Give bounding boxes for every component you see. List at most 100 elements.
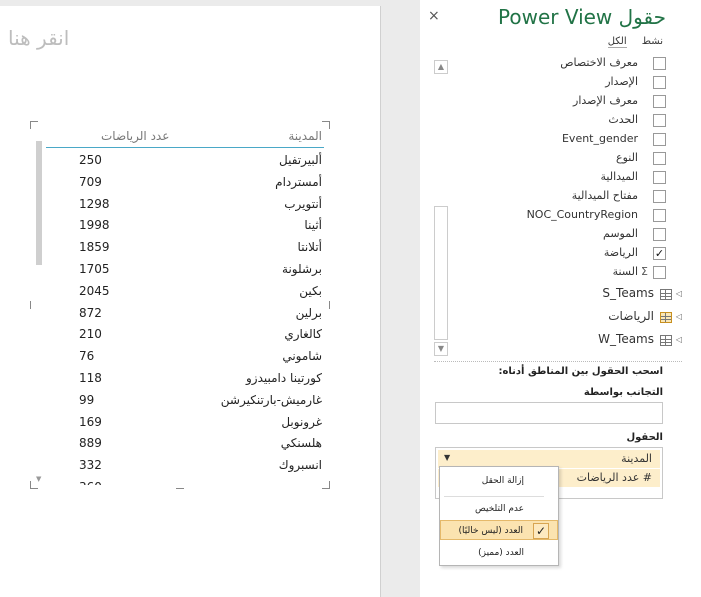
expand-arrow-icon[interactable]: ◁: [676, 312, 682, 321]
checkbox[interactable]: [653, 209, 666, 222]
cell-city: ألبيرتفيل: [279, 153, 322, 167]
table-row[interactable]: بكين 2045: [46, 281, 324, 303]
menu-item-label: إزالة الحقل: [481, 476, 524, 486]
field-item[interactable]: Event_gender: [448, 131, 682, 149]
field-item[interactable]: معرف الإصدار: [448, 93, 682, 111]
menu-item-count-distinct[interactable]: العدد (مميز): [440, 543, 558, 563]
field-label: الموسم: [603, 227, 638, 240]
resize-handle-left[interactable]: [30, 301, 31, 309]
table-row[interactable]: أنتويرب 1298: [46, 194, 324, 216]
column-header-sport-count[interactable]: عدد الرياضات: [101, 129, 169, 143]
field-label: NOC_CountryRegion: [526, 208, 638, 221]
table-row[interactable]: شاموني 76: [46, 346, 324, 368]
menu-item-do-not-summarize[interactable]: عدم التلخيص: [440, 499, 558, 519]
menu-item-label: العدد (مميز): [478, 548, 524, 558]
expand-arrow-icon[interactable]: ◁: [676, 289, 682, 298]
cell-sport-count: 2045: [79, 283, 110, 298]
table-node[interactable]: ◁ S_Teams: [448, 286, 682, 304]
dropdown-arrow-icon[interactable]: ▼: [444, 453, 450, 462]
table-icon: [660, 289, 672, 300]
tab-active[interactable]: نشط: [642, 36, 663, 47]
scroll-down-icon[interactable]: ▼: [434, 342, 448, 356]
table-row[interactable]: هلسنكي 889: [46, 433, 324, 455]
table-row[interactable]: غارميش-بارتنكيرشن 99: [46, 390, 324, 412]
table-row[interactable]: برلين 872: [46, 303, 324, 325]
cell-sport-count: 250: [79, 153, 102, 167]
drag-hint: اسحب الحقول بين المناطق أدناه:: [498, 366, 663, 377]
menu-item-count-not-blank[interactable]: ✓ العدد (ليس خاليًا): [440, 520, 558, 540]
checkbox[interactable]: [653, 228, 666, 241]
field-item[interactable]: السنة Σ: [448, 264, 682, 282]
field-item[interactable]: معرف الاختصاص: [448, 55, 682, 73]
checkbox-checked[interactable]: ✓: [653, 247, 666, 260]
field-item[interactable]: ✓ الرياضة: [448, 245, 682, 263]
checkbox[interactable]: [653, 133, 666, 146]
table-icon: [660, 335, 672, 346]
cell-sport-count: 99: [79, 392, 95, 407]
field-item[interactable]: الموسم: [448, 226, 682, 244]
divider: [434, 361, 682, 362]
field-item[interactable]: الميدالية: [448, 169, 682, 187]
field-label: معرف الإصدار: [573, 94, 638, 107]
field-label: الميدالية: [600, 170, 639, 183]
field-label: السنة: [612, 265, 638, 278]
table-row[interactable]: أمستردام 709: [46, 172, 324, 194]
cell-city: غرونوبل: [281, 414, 322, 429]
tab-all[interactable]: الكل: [607, 36, 627, 48]
field-item[interactable]: النوع: [448, 150, 682, 168]
field-label: الرياضة: [603, 246, 638, 259]
field-item[interactable]: مفتاح الميدالية: [448, 188, 682, 206]
scroll-up-icon[interactable]: ▲: [434, 60, 448, 74]
table-row[interactable]: كالغاري 210: [46, 324, 324, 346]
table-row[interactable]: كورتينا دامبيدزو 118: [46, 368, 324, 390]
field-item[interactable]: NOC_CountryRegion: [448, 207, 682, 225]
checkbox[interactable]: [653, 95, 666, 108]
checkbox[interactable]: [653, 171, 666, 184]
close-icon[interactable]: ×: [428, 8, 440, 24]
resize-handle-top-left[interactable]: [30, 121, 38, 129]
checkbox[interactable]: [653, 114, 666, 127]
cell-sport-count: 169: [79, 414, 102, 429]
field-list-scrollbar[interactable]: ▲ ▼: [434, 60, 448, 356]
field-item[interactable]: الإصدار: [448, 74, 682, 92]
cell-sport-count: 889: [79, 436, 102, 451]
expand-arrow-icon[interactable]: ◁: [676, 335, 682, 344]
checkmark-icon: ✓: [533, 523, 549, 539]
checkbox[interactable]: [653, 190, 666, 203]
table-row[interactable]: برشلونة 1705: [46, 259, 324, 281]
cell-sport-count: 1705: [79, 261, 110, 276]
table-visualization[interactable]: ▼ المدينة عدد الرياضات ألبيرتفيل 250 أمستر…: [30, 121, 330, 489]
table-node[interactable]: ◁ الرياضات: [448, 309, 682, 327]
table-row[interactable]: أتلانتا 1859: [46, 237, 324, 259]
table-scrollbar[interactable]: [36, 141, 42, 265]
resize-handle-right[interactable]: [329, 301, 330, 309]
menu-item-label: العدد (ليس خاليًا): [458, 526, 524, 536]
table-label: S_Teams: [602, 286, 654, 300]
cell-city: انسبروك: [278, 458, 322, 473]
field-label: مفتاح الميدالية: [571, 189, 638, 202]
report-canvas[interactable]: انقر هنا ▼ المدينة عدد الرياضات ألبيرتفي…: [0, 6, 381, 597]
table-row[interactable]: انسبروك 332: [46, 455, 324, 477]
table-row[interactable]: غرونوبل 169: [46, 412, 324, 434]
scroll-thumb[interactable]: [434, 206, 448, 340]
table-row[interactable]: أثينا 1998: [46, 215, 324, 237]
field-item[interactable]: الحدث: [448, 112, 682, 130]
table-row[interactable]: ألبيرتفيل 250: [46, 150, 324, 172]
checkbox[interactable]: [653, 57, 666, 70]
resize-handle-top-right[interactable]: [322, 121, 330, 129]
table-node[interactable]: ◁ W_Teams: [448, 332, 682, 350]
checkbox[interactable]: [653, 266, 666, 279]
checkbox[interactable]: [653, 76, 666, 89]
table-body: ألبيرتفيل 250 أمستردام 709 أنتويرب 1298 أثينا 1…: [46, 150, 324, 485]
scroll-down-icon[interactable]: ▼: [36, 475, 41, 483]
field-label: النوع: [616, 151, 638, 164]
title-placeholder[interactable]: انقر هنا: [8, 26, 69, 50]
table-row[interactable]: ... 360: [46, 477, 324, 485]
cell-city: أمستردام: [275, 174, 322, 189]
checkbox[interactable]: [653, 152, 666, 165]
menu-item-remove-field[interactable]: إزالة الحقل: [440, 471, 558, 491]
well-item-label: # عدد الرياضات: [576, 471, 652, 484]
resize-handle-bottom[interactable]: [176, 488, 184, 489]
tile-by-well[interactable]: [435, 402, 663, 424]
column-header-city[interactable]: المدينة: [288, 129, 322, 143]
